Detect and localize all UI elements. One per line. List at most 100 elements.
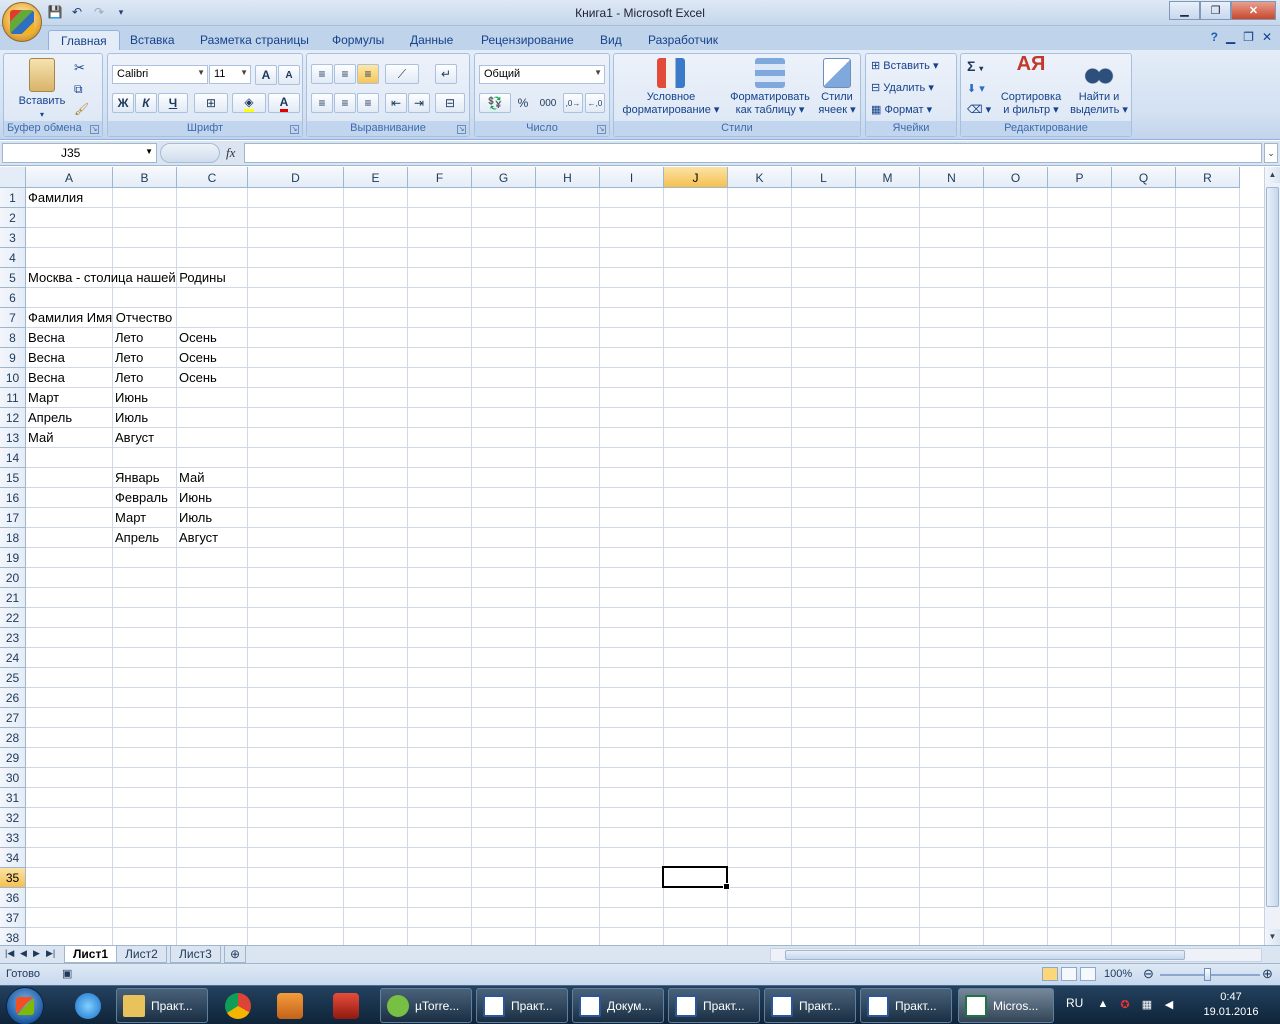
- insert-sheet-icon[interactable]: ⊕: [224, 946, 247, 963]
- normal-view-icon[interactable]: [1042, 967, 1058, 981]
- restore-icon[interactable]: ❐: [1200, 1, 1231, 20]
- column-header-l[interactable]: L: [792, 167, 856, 188]
- font-launcher-icon[interactable]: ↘: [290, 125, 299, 134]
- ribbon-minimize-icon[interactable]: ▁: [1226, 30, 1235, 44]
- taskbar-task-word-1[interactable]: Практ...: [476, 988, 568, 1023]
- row-header-26[interactable]: 26: [0, 688, 26, 708]
- align-right-button[interactable]: ≡: [357, 93, 379, 113]
- select-all-corner[interactable]: [0, 167, 26, 188]
- sort-filter-button[interactable]: AЯ Сортировка и фильтр ▾: [995, 54, 1067, 117]
- office-button[interactable]: [2, 2, 42, 42]
- insert-function-icon[interactable]: fx: [226, 145, 235, 161]
- column-header-i[interactable]: I: [600, 167, 664, 188]
- find-select-button[interactable]: Найти и выделить ▾: [1067, 58, 1131, 117]
- borders-button[interactable]: ⊞: [194, 93, 228, 113]
- cell-b18[interactable]: Апрель: [115, 530, 159, 545]
- internet-explorer-icon[interactable]: [62, 989, 114, 1023]
- taskbar-task-word-4[interactable]: Практ...: [764, 988, 856, 1023]
- percent-button[interactable]: %: [513, 93, 533, 113]
- cut-icon[interactable]: ✂: [74, 60, 85, 76]
- cell-b13[interactable]: Август: [115, 430, 154, 445]
- cell-a7[interactable]: Фамилия Имя Отчество: [28, 310, 172, 325]
- column-header-h[interactable]: H: [536, 167, 600, 188]
- taskbar-task-excel[interactable]: Micros...: [958, 988, 1054, 1023]
- font-name-combo[interactable]: Calibri ▼: [112, 65, 208, 84]
- taskbar-task-word-2[interactable]: Докум...: [572, 988, 664, 1023]
- scroll-down-icon[interactable]: ▼: [1265, 929, 1280, 945]
- bold-button[interactable]: Ж: [112, 93, 134, 113]
- vertical-scrollbar[interactable]: ▲ ▼: [1264, 167, 1280, 945]
- macro-record-icon[interactable]: ▣: [62, 967, 72, 980]
- sheet-tab-1[interactable]: Лист1: [64, 946, 118, 963]
- column-header-n[interactable]: N: [920, 167, 984, 188]
- expand-formula-icon[interactable]: ⌄: [1264, 143, 1278, 163]
- row-header-25[interactable]: 25: [0, 668, 26, 688]
- row-header-38[interactable]: 38: [0, 928, 26, 945]
- increase-decimal-button[interactable]: ,0→: [563, 93, 583, 113]
- tab-data[interactable]: Данные: [398, 30, 465, 50]
- game-app-icon[interactable]: [320, 989, 372, 1023]
- align-bottom-button[interactable]: ≡: [357, 64, 379, 84]
- zoom-out-icon[interactable]: ⊖: [1143, 966, 1154, 982]
- thousands-button[interactable]: 000: [535, 93, 561, 113]
- sheet-tab-3[interactable]: Лист3: [170, 946, 221, 963]
- close-icon[interactable]: ✕: [1231, 1, 1276, 20]
- cell-a10[interactable]: Весна: [28, 370, 65, 385]
- underline-button[interactable]: Ч: [158, 93, 188, 113]
- horizontal-scrollbar[interactable]: [770, 948, 1262, 962]
- align-middle-button[interactable]: ≡: [334, 64, 356, 84]
- start-button[interactable]: [6, 987, 44, 1024]
- row-header-14[interactable]: 14: [0, 448, 26, 468]
- row-header-35[interactable]: 35: [0, 868, 26, 888]
- cell-a5[interactable]: Москва - столица нашей Родины: [28, 270, 226, 285]
- page-break-view-icon[interactable]: [1080, 967, 1096, 981]
- taskbar-task-utorrent[interactable]: µTorre...: [380, 988, 472, 1023]
- row-header-24[interactable]: 24: [0, 648, 26, 668]
- volume-icon[interactable]: ◀: [1162, 998, 1176, 1012]
- format-painter-icon[interactable]: 🖌: [74, 102, 89, 116]
- row-header-4[interactable]: 4: [0, 248, 26, 268]
- decrease-decimal-button[interactable]: ←,0: [585, 93, 605, 113]
- ribbon-close-icon[interactable]: ✕: [1262, 30, 1272, 44]
- row-header-10[interactable]: 10: [0, 368, 26, 388]
- cell-c10[interactable]: Осень: [179, 370, 217, 385]
- network-icon[interactable]: ▦: [1140, 998, 1154, 1012]
- row-header-31[interactable]: 31: [0, 788, 26, 808]
- column-header-o[interactable]: O: [984, 167, 1048, 188]
- clear-button[interactable]: ⌫ ▾: [967, 103, 991, 116]
- row-header-3[interactable]: 3: [0, 228, 26, 248]
- row-header-15[interactable]: 15: [0, 468, 26, 488]
- column-header-e[interactable]: E: [344, 167, 408, 188]
- merge-center-button[interactable]: ⊟: [435, 93, 465, 113]
- row-header-37[interactable]: 37: [0, 908, 26, 928]
- cell-a9[interactable]: Весна: [28, 350, 65, 365]
- row-header-22[interactable]: 22: [0, 608, 26, 628]
- cell-b10[interactable]: Лето: [115, 370, 143, 385]
- row-header-20[interactable]: 20: [0, 568, 26, 588]
- row-header-23[interactable]: 23: [0, 628, 26, 648]
- column-header-r[interactable]: R: [1176, 167, 1240, 188]
- ribbon-restore-icon[interactable]: ❐: [1243, 30, 1254, 44]
- row-header-9[interactable]: 9: [0, 348, 26, 368]
- row-header-34[interactable]: 34: [0, 848, 26, 868]
- tab-page-layout[interactable]: Разметка страницы: [188, 30, 321, 50]
- row-header-21[interactable]: 21: [0, 588, 26, 608]
- cell-a11[interactable]: Март: [28, 390, 59, 405]
- cell-c17[interactable]: Июль: [179, 510, 212, 525]
- help-icon[interactable]: ?: [1211, 30, 1218, 44]
- column-header-d[interactable]: D: [248, 167, 344, 188]
- row-header-28[interactable]: 28: [0, 728, 26, 748]
- row-header-8[interactable]: 8: [0, 328, 26, 348]
- row-header-36[interactable]: 36: [0, 888, 26, 908]
- formula-input[interactable]: [244, 143, 1262, 163]
- delete-cells-button[interactable]: ⊟ Удалить ▾: [871, 81, 934, 94]
- first-sheet-icon[interactable]: |◀: [5, 948, 14, 959]
- cell-c18[interactable]: Август: [179, 530, 218, 545]
- horizontal-scroll-thumb[interactable]: [785, 950, 1185, 960]
- italic-button[interactable]: К: [135, 93, 157, 113]
- format-as-table-button[interactable]: Форматировать как таблицу ▾: [724, 58, 816, 117]
- font-color-button[interactable]: A: [268, 93, 300, 113]
- worksheet-grid[interactable]: A B C D E F G H I J K L M N O P Q R 1 2 3 4 5 6 7 8 9 10 11 12 13 14 15 1…: [0, 167, 1264, 945]
- row-header-32[interactable]: 32: [0, 808, 26, 828]
- cell-b12[interactable]: Июль: [115, 410, 148, 425]
